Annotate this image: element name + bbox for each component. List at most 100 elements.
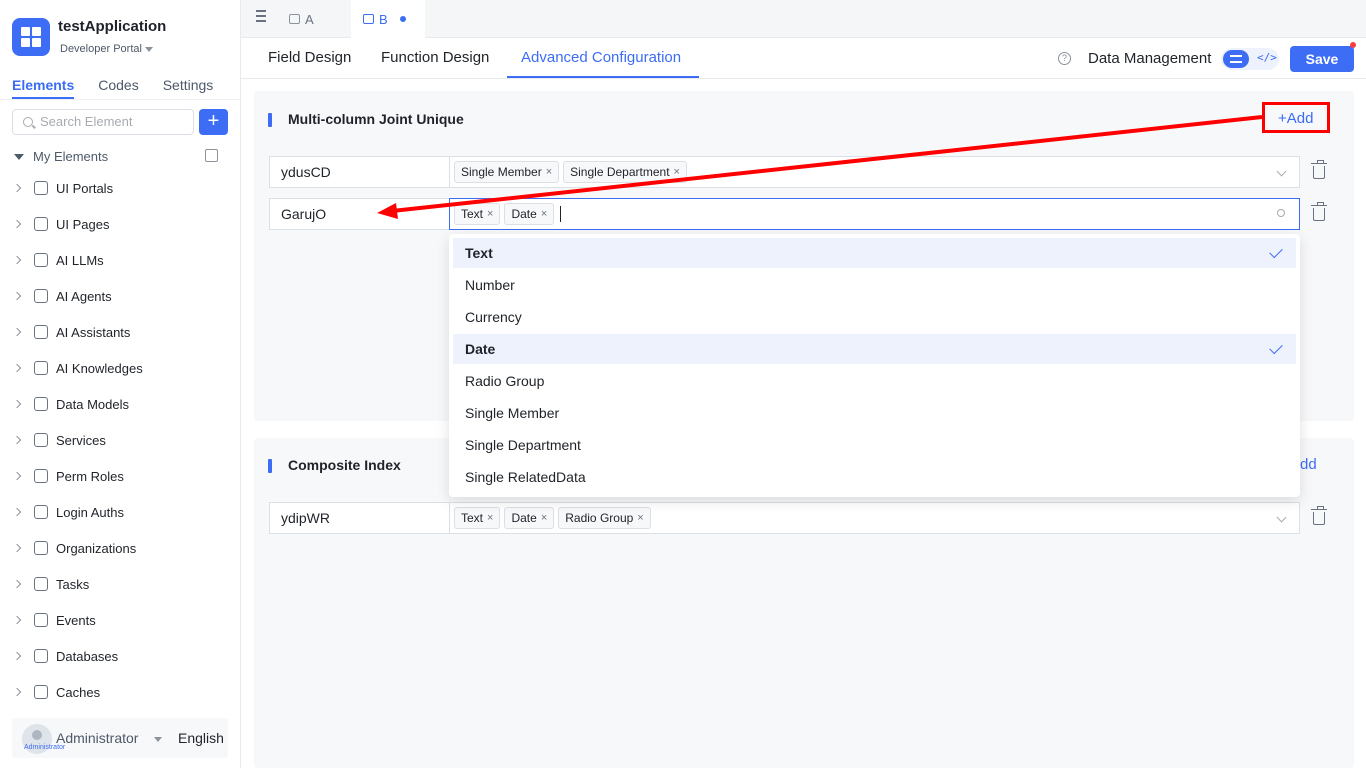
- tab-elements[interactable]: Elements: [12, 77, 75, 99]
- sidebar-item-events[interactable]: Events: [12, 610, 96, 630]
- tree-root-my-elements[interactable]: My Elements: [14, 149, 108, 164]
- search-input[interactable]: Search Element: [12, 109, 194, 135]
- chevron-right-icon: [12, 471, 22, 481]
- code-icon[interactable]: </>: [1257, 51, 1277, 64]
- tab-field-design[interactable]: Field Design: [268, 49, 351, 66]
- delete-row-icon[interactable]: [1311, 202, 1327, 221]
- book-icon: [34, 361, 48, 375]
- sidebar-item-ai-agents[interactable]: AI Agents: [12, 286, 112, 306]
- search-placeholder: Search Element: [40, 114, 133, 129]
- language-selector[interactable]: English: [178, 730, 224, 746]
- check-icon: [1269, 244, 1283, 259]
- sidebar-item-label: Login Auths: [56, 504, 124, 520]
- sidebar-item-label: Events: [56, 612, 96, 628]
- file-tab-bar: A B: [241, 0, 1366, 38]
- option-label: Single RelatedData: [465, 469, 586, 485]
- close-icon[interactable]: ×: [487, 208, 493, 220]
- close-icon[interactable]: ×: [674, 166, 680, 178]
- sidebar-item-ai-llms[interactable]: AI LLMs: [12, 250, 104, 270]
- index-row-fields-select[interactable]: Text × Date × Radio Group ×: [449, 502, 1300, 534]
- tab-b[interactable]: B: [351, 0, 425, 38]
- pages-icon: [34, 217, 48, 231]
- option-text[interactable]: Text: [453, 238, 1296, 268]
- sidebar-item-caches[interactable]: Caches: [12, 682, 101, 702]
- user-name[interactable]: Administrator: [56, 730, 138, 746]
- add-index-button[interactable]: dd: [1300, 456, 1317, 473]
- tag-label: Single Department: [570, 165, 670, 179]
- sidebar-item-ui-portals[interactable]: UI Portals: [12, 178, 113, 198]
- chevron-down-icon: [1276, 166, 1287, 177]
- sidebar-item-login-auths[interactable]: Login Auths: [12, 502, 124, 522]
- cube-icon: [34, 253, 48, 267]
- settings-sliders-icon: [1223, 50, 1249, 68]
- option-label: Radio Group: [465, 373, 545, 389]
- table-icon: [34, 397, 48, 411]
- data-management-toggle[interactable]: </>: [1221, 48, 1279, 70]
- option-single-member[interactable]: Single Member: [453, 398, 1296, 428]
- add-element-button[interactable]: +: [199, 109, 228, 135]
- chevron-right-icon: [12, 435, 22, 445]
- tasks-icon: [34, 577, 48, 591]
- index-row-name[interactable]: ydipWR: [269, 502, 450, 534]
- option-radio-group[interactable]: Radio Group: [453, 366, 1296, 396]
- field-tag: Date ×: [504, 203, 555, 225]
- sidebar-item-ai-knowledges[interactable]: AI Knowledges: [12, 358, 143, 378]
- sidebar-item-perm-roles[interactable]: Perm Roles: [12, 466, 124, 486]
- tab-advanced-configuration[interactable]: Advanced Configuration: [521, 49, 681, 66]
- help-icon[interactable]: ?: [1058, 52, 1071, 65]
- close-icon[interactable]: ×: [637, 512, 643, 524]
- collapse-sidebar-icon[interactable]: [252, 10, 266, 22]
- close-icon[interactable]: ×: [541, 512, 547, 524]
- text-caret: [560, 206, 562, 222]
- unique-row-fields-select[interactable]: Text × Date ×: [449, 198, 1300, 230]
- delete-row-icon[interactable]: [1311, 160, 1327, 179]
- option-currency[interactable]: Currency: [453, 302, 1296, 332]
- option-number[interactable]: Number: [453, 270, 1296, 300]
- field-tag: Text ×: [454, 203, 501, 225]
- unique-row-fields-select[interactable]: Single Member × Single Department ×: [449, 156, 1300, 188]
- portal-selector[interactable]: Developer Portal: [60, 43, 153, 55]
- sidebar-item-tasks[interactable]: Tasks: [12, 574, 89, 594]
- sidebar-item-label: Data Models: [56, 396, 129, 412]
- chevron-right-icon: [12, 507, 22, 517]
- caret-down-icon[interactable]: [154, 737, 162, 742]
- check-icon: [1269, 340, 1283, 355]
- app-header[interactable]: testApplication Developer Portal: [12, 18, 166, 56]
- user-icon: [32, 730, 42, 740]
- close-icon[interactable]: ×: [546, 166, 552, 178]
- sidebar-item-label: Caches: [56, 684, 101, 700]
- unique-row-name[interactable]: ydusCD: [269, 156, 450, 188]
- sidebar-item-ai-assistants[interactable]: AI Assistants: [12, 322, 130, 342]
- tag-label: Date: [511, 207, 537, 221]
- unique-row-name[interactable]: GarujO: [269, 198, 450, 230]
- tab-settings[interactable]: Settings: [163, 77, 214, 99]
- tag-label: Radio Group: [565, 511, 634, 525]
- sidebar-item-services[interactable]: Services: [12, 430, 106, 450]
- option-single-relateddata[interactable]: Single RelatedData: [453, 462, 1296, 492]
- tab-codes[interactable]: Codes: [98, 77, 138, 99]
- chevron-right-icon: [12, 399, 22, 409]
- scan-icon[interactable]: [205, 149, 218, 162]
- save-button[interactable]: Save: [1290, 46, 1354, 72]
- sidebar-item-label: AI LLMs: [56, 252, 104, 268]
- caret-down-icon: [144, 46, 153, 52]
- field-tag: Radio Group ×: [558, 507, 651, 529]
- sidebar-item-databases[interactable]: Databases: [12, 646, 119, 666]
- tab-label: A: [305, 11, 314, 27]
- section-title: Multi-column Joint Unique: [268, 111, 464, 127]
- field-tag: Single Member ×: [454, 161, 560, 183]
- tab-a[interactable]: A: [277, 0, 326, 38]
- option-single-department[interactable]: Single Department: [453, 430, 1296, 460]
- search-icon: [23, 117, 33, 127]
- delete-row-icon[interactable]: [1311, 506, 1327, 525]
- sidebar-item-label: Databases: [56, 648, 119, 664]
- sidebar-item-organizations[interactable]: Organizations: [12, 538, 136, 558]
- sidebar-item-data-models[interactable]: Data Models: [12, 394, 129, 414]
- close-icon[interactable]: ×: [541, 208, 547, 220]
- tag-label: Text: [461, 207, 484, 221]
- option-date[interactable]: Date: [453, 334, 1296, 364]
- sidebar-item-ui-pages[interactable]: UI Pages: [12, 214, 109, 234]
- unsaved-dot: [399, 16, 406, 22]
- tab-function-design[interactable]: Function Design: [381, 49, 489, 66]
- close-icon[interactable]: ×: [487, 512, 493, 524]
